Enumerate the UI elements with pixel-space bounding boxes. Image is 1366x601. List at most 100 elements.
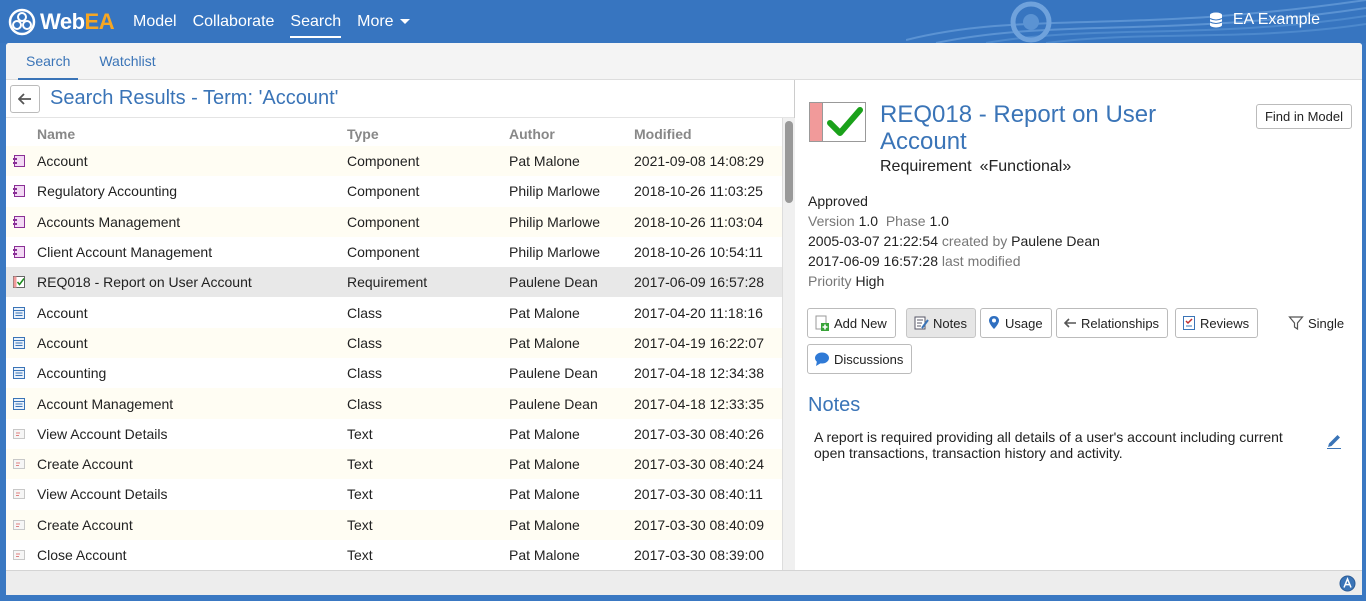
table-row[interactable]: Accounting Class Paulene Dean 2017-04-18 12… [6, 358, 782, 389]
add-new-icon [815, 315, 829, 331]
nav-search[interactable]: Search [282, 0, 349, 43]
column-header-modified[interactable]: Modified [634, 118, 782, 146]
row-icon-cell [6, 539, 37, 570]
row-type: Class [347, 388, 509, 419]
tab-search[interactable]: Search [18, 43, 79, 80]
class-icon [13, 396, 25, 412]
requirement-icon [13, 274, 25, 290]
nav-more-label: More [357, 13, 394, 30]
table-row[interactable]: View Account Details Text Pat Malone 2017-0… [6, 479, 782, 510]
webea-logo[interactable]: WebEA [8, 6, 128, 38]
column-header-name[interactable]: Name [37, 118, 347, 146]
table-row[interactable]: Account Component Pat Malone 2021-09-08 14:… [6, 146, 782, 177]
row-author: Philip Marlowe [509, 176, 634, 207]
table-row[interactable]: REQ018 - Report on User Account Requireme… [6, 267, 782, 298]
column-header-author[interactable]: Author [509, 118, 634, 146]
row-icon-cell [6, 509, 37, 540]
row-name: View Account Details [37, 479, 347, 510]
row-author: Pat Malone [509, 539, 634, 570]
results-table: Name Type Author Modified Account Compone… [6, 118, 782, 570]
class-icon [13, 305, 25, 321]
logo-wordmark: WebEA [40, 9, 115, 34]
arrow-left-icon [1063, 318, 1076, 328]
row-icon-cell [6, 479, 37, 510]
usage-button[interactable]: Usage [980, 308, 1052, 338]
back-button[interactable] [10, 84, 40, 113]
row-author: Pat Malone [509, 146, 634, 177]
top-bar: WebEA Model Collaborate Search More EA E… [0, 0, 1366, 43]
table-row[interactable]: Create Account Text Pat Malone 2017-03-30 0… [6, 509, 782, 540]
tab-watchlist[interactable]: Watchlist [91, 43, 163, 79]
scrollbar-thumb[interactable] [785, 121, 793, 203]
table-row[interactable]: View Account Details Text Pat Malone 2017-0… [6, 418, 782, 449]
row-type: Class [347, 297, 509, 328]
row-icon-cell [6, 176, 37, 207]
sub-tabs: Search Watchlist [6, 43, 1362, 80]
table-row[interactable]: Client Account Management Component Philip… [6, 236, 782, 268]
row-modified: 2017-04-20 11:18:16 [634, 297, 782, 328]
table-row[interactable]: Create Account Text Pat Malone 2017-03-30 0… [6, 448, 782, 480]
row-type: Text [347, 539, 509, 570]
main-panel: Search Watchlist Search Results - Term: … [6, 43, 1362, 595]
single-filter-toggle[interactable]: Single [1288, 308, 1344, 338]
row-icon-cell [6, 297, 37, 328]
add-new-button[interactable]: Add New [807, 308, 896, 338]
results-table-container[interactable]: Name Type Author Modified Account Compone… [6, 118, 782, 570]
edit-pencil-icon[interactable] [1326, 433, 1342, 449]
reviews-button[interactable]: Reviews [1175, 308, 1259, 338]
row-icon-cell [6, 448, 37, 480]
accessibility-icon[interactable] [1339, 575, 1356, 592]
results-scrollbar[interactable] [782, 118, 795, 570]
table-row[interactable]: Accounts Management Component Philip Marlo… [6, 206, 782, 237]
row-author: Paulene Dean [509, 358, 634, 389]
row-type: Text [347, 418, 509, 449]
priority-value: High [855, 273, 885, 289]
relationships-button[interactable]: Relationships [1056, 308, 1169, 338]
row-author: Pat Malone [509, 509, 634, 540]
table-row[interactable]: Account Management Class Paulene Dean 2017-… [6, 388, 782, 419]
model-selector[interactable]: EA Example [1209, 11, 1320, 29]
row-modified: 2017-03-30 08:40:09 [634, 509, 782, 540]
add-new-label: Add New [834, 315, 887, 331]
row-author: Philip Marlowe [509, 236, 634, 268]
element-properties: Approved Version 1.0 Phase 1.0 2005-03-0… [808, 191, 1100, 291]
review-icon [1183, 316, 1195, 330]
database-icon [1209, 12, 1223, 28]
find-in-model-button[interactable]: Find in Model [1255, 104, 1352, 129]
reviews-label: Reviews [1200, 315, 1250, 331]
speech-bubble-icon [815, 352, 829, 366]
row-name: Close Account [37, 539, 347, 570]
table-row[interactable]: Account Class Pat Malone 2017-04-20 11:18:1… [6, 297, 782, 328]
element-type: Requirement [880, 158, 972, 175]
row-modified: 2017-03-30 08:39:00 [634, 539, 782, 570]
component-icon [13, 244, 25, 260]
row-name: Account Management [37, 388, 347, 419]
text-icon [13, 426, 25, 442]
row-modified: 2018-10-26 10:54:11 [634, 236, 782, 268]
row-icon-cell [6, 267, 37, 298]
table-row[interactable]: Close Account Text Pat Malone 2017-03-30 08… [6, 539, 782, 570]
discussions-label: Discussions [834, 351, 904, 367]
row-name: Account [37, 297, 347, 328]
class-icon [13, 335, 25, 351]
nav-collaborate[interactable]: Collaborate [185, 0, 283, 43]
row-type: Class [347, 327, 509, 359]
table-row[interactable]: Account Class Pat Malone 2017-04-19 16:22:0… [6, 327, 782, 359]
discussions-button[interactable]: Discussions [807, 344, 913, 374]
nav-more[interactable]: More [349, 0, 417, 43]
notes-button[interactable]: Notes [906, 308, 976, 338]
component-icon [13, 153, 25, 169]
notes-label: Notes [933, 315, 967, 331]
row-type: Component [347, 206, 509, 237]
column-header-type[interactable]: Type [347, 118, 509, 146]
notes-text: A report is required providing all detai… [814, 429, 1283, 461]
single-label: Single [1308, 315, 1345, 331]
row-icon-cell [6, 358, 37, 389]
notes-heading: Notes [808, 394, 861, 416]
row-author: Pat Malone [509, 448, 634, 480]
row-author: Paulene Dean [509, 388, 634, 419]
status-value: Approved [808, 193, 868, 209]
search-results-pane: Search Results - Term: 'Account' Name Ty… [6, 80, 795, 570]
nav-model[interactable]: Model [125, 0, 185, 43]
table-row[interactable]: Regulatory Accounting Component Philip Mar… [6, 176, 782, 207]
